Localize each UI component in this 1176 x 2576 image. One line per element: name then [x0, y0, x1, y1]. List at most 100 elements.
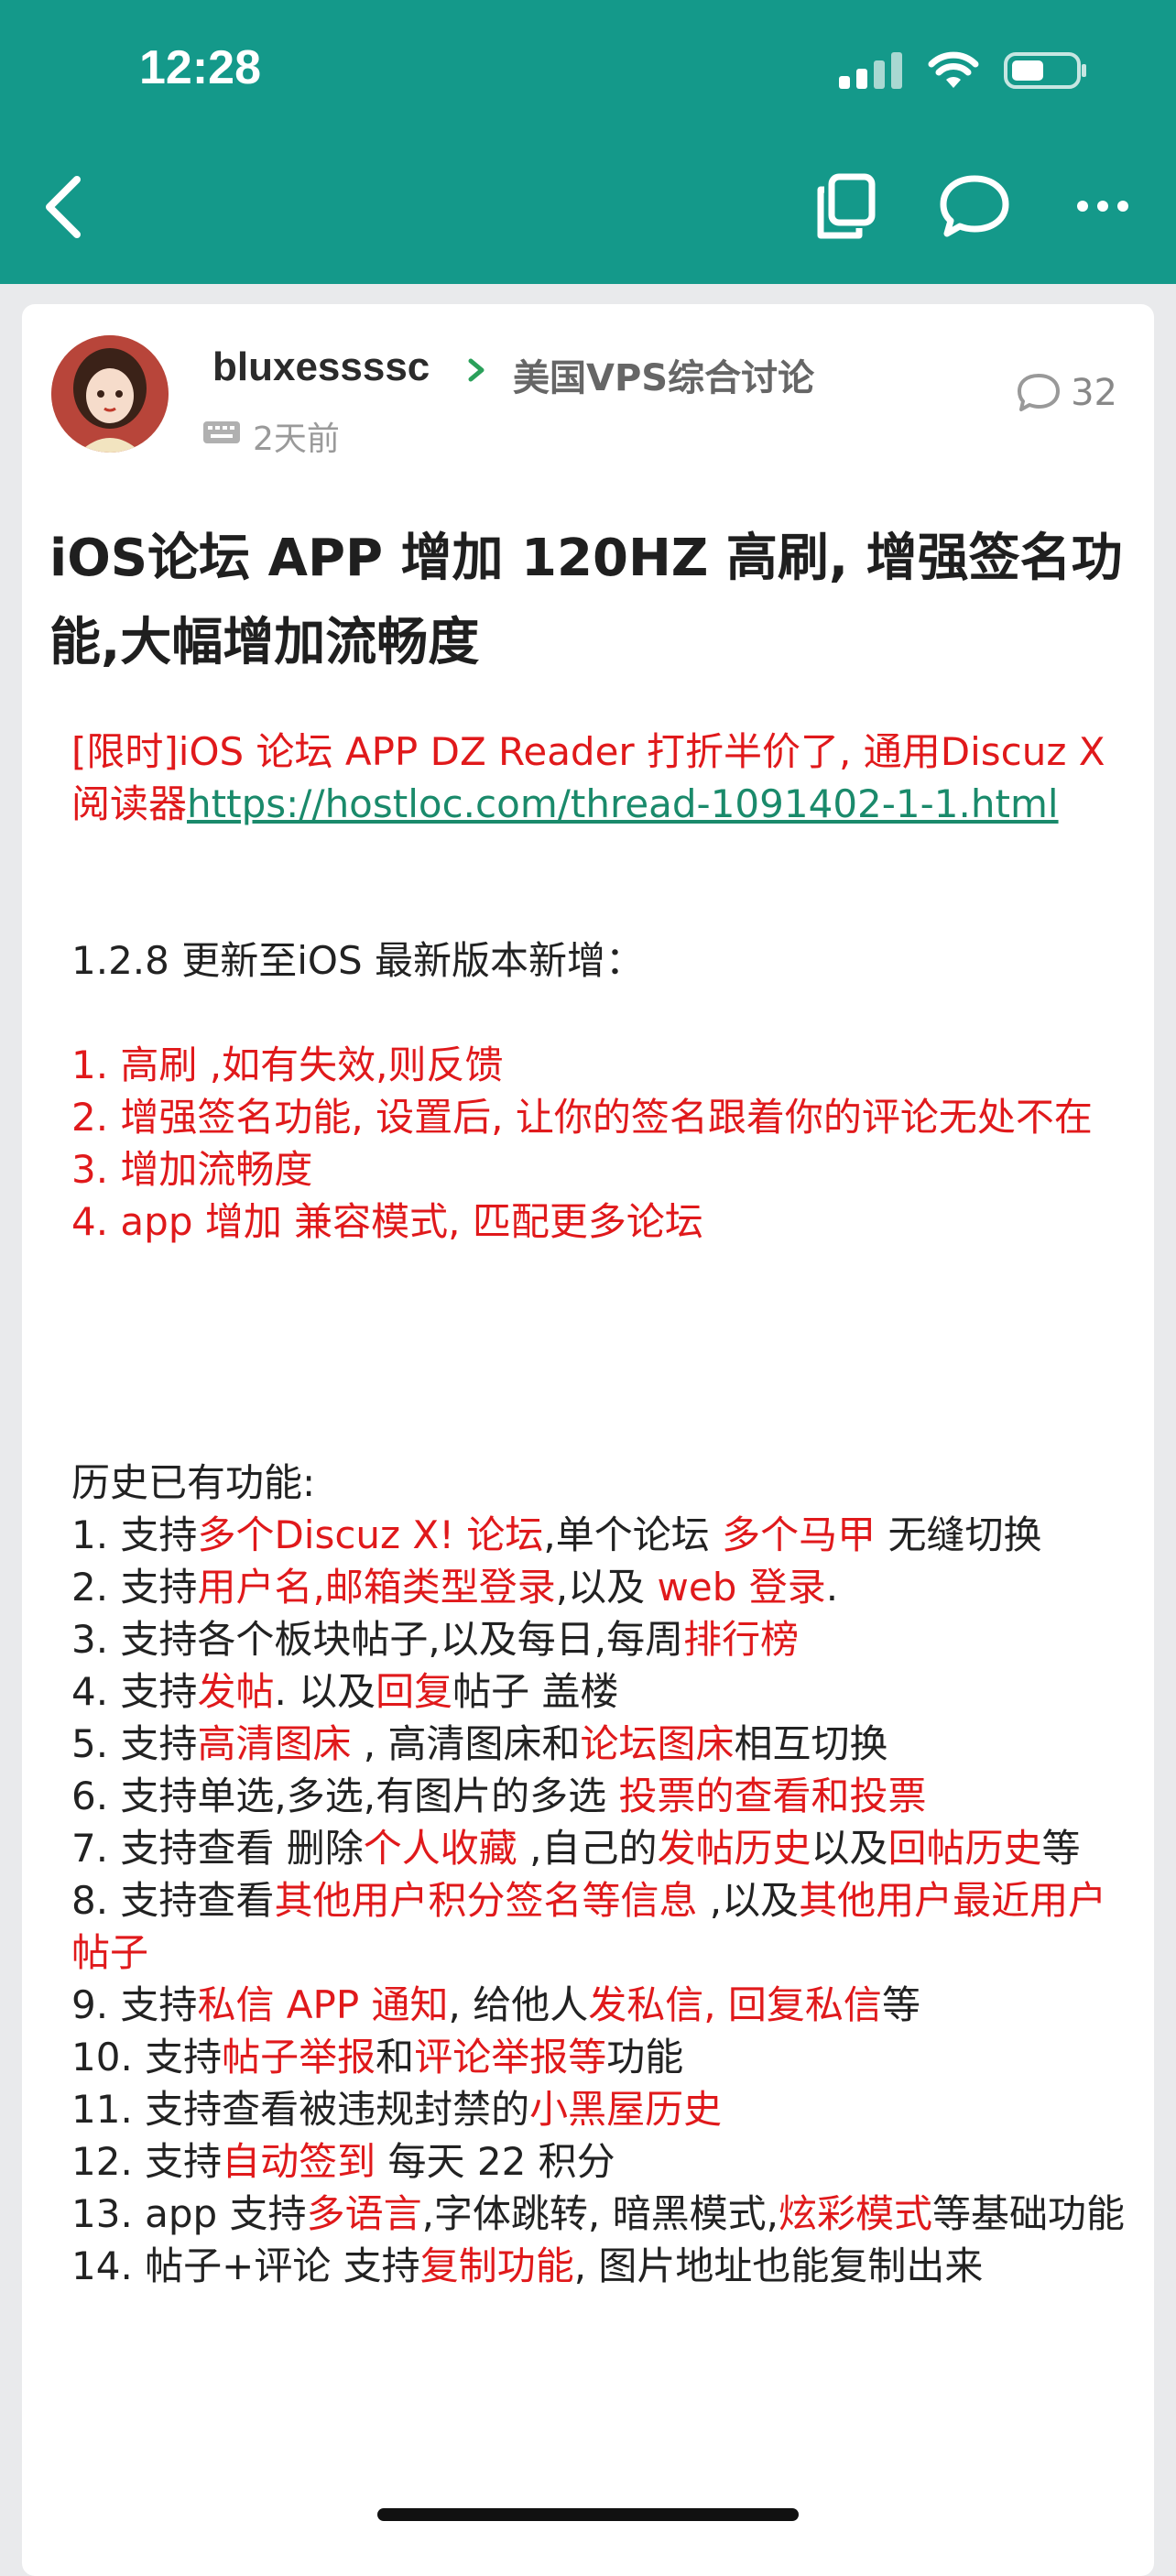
feature-item: 11. 支持查看被违规封禁的小黑屋历史	[71, 2083, 1134, 2135]
feature-item: 7. 支持查看 删除个人收藏 ,自己的发帖历史以及回帖历史等	[71, 1822, 1134, 1874]
top-bar: 12:28	[0, 0, 1176, 284]
comment-bubble-icon	[940, 175, 1009, 237]
feature-item: 13. app 支持多语言,字体跳转, 暗黑模式,炫彩模式等基础功能	[71, 2188, 1134, 2240]
feature-highlight: 多语言	[306, 2191, 422, 2236]
feature-highlight: web 登录	[657, 1565, 826, 1610]
feature-text: 9. 支持	[71, 1982, 198, 2027]
feature-text: 等基础功能	[932, 2191, 1126, 2236]
post-time: 2天前	[253, 420, 340, 458]
post-body: [限时]iOS 论坛 APP DZ Reader 打折半价了, 通用Discuz…	[71, 726, 1134, 2292]
feature-text: ,以及	[555, 1565, 658, 1610]
feature-highlight: 多个马甲	[722, 1512, 877, 1557]
feature-highlight: 小黑屋历史	[529, 2087, 723, 2132]
battery-icon	[1004, 52, 1086, 89]
update-header: 1.2.8 更新至iOS 最新版本新增：	[71, 938, 644, 983]
feature-item: 2. 支持用户名,邮箱类型登录,以及 web 登录.	[71, 1561, 1134, 1613]
chevron-right-icon	[468, 358, 485, 382]
feature-text: 8. 支持查看	[71, 1878, 275, 1923]
feature-highlight: 多个Discuz X! 论坛	[197, 1512, 544, 1557]
promo-paragraph: [限时]iOS 论坛 APP DZ Reader 打折半价了, 通用Discuz…	[71, 726, 1134, 830]
feature-highlight: 复制功能	[419, 2243, 574, 2288]
feature-text: ,单个论坛	[543, 1512, 723, 1557]
feature-highlight: 个人收藏	[363, 1826, 517, 1871]
feature-text: 5. 支持	[71, 1721, 198, 1766]
forum-name[interactable]: 美国VPS综合讨论	[513, 348, 814, 401]
chevron-left-icon	[46, 176, 81, 238]
feature-item: 9. 支持私信 APP 通知, 给他人发私信, 回复私信等	[71, 1979, 1134, 2031]
feature-highlight: 其他用户积分签名等信息	[274, 1878, 698, 1923]
updates-list: 1. 高刷 ,如有失效,则反馈 2. 增强签名功能, 设置后, 让你的签名跟着你的…	[71, 1039, 1134, 1248]
feature-text: 帖子 盖楼	[452, 1669, 619, 1714]
thread-link[interactable]: https://hostloc.com/thread-1091402-1-1.h…	[187, 781, 1059, 826]
comment-count-button[interactable]: 32	[1016, 372, 1117, 414]
feature-highlight: 回复	[376, 1669, 453, 1714]
more-button[interactable]	[1066, 165, 1139, 247]
avatar-image-icon	[51, 335, 169, 453]
feature-highlight: 帖子举报	[222, 2035, 376, 2079]
feature-highlight: 发帖	[197, 1669, 275, 1714]
feature-text: 14. 帖子+评论 支持	[71, 2243, 420, 2288]
feature-highlight: 论坛图床	[580, 1721, 735, 1766]
feature-text: , 给他人	[448, 1982, 589, 2027]
feature-highlight: 自动签到	[222, 2139, 376, 2184]
signal-icon	[839, 52, 902, 89]
comment-count: 32	[1071, 372, 1117, 414]
feature-text: 7. 支持查看 删除	[71, 1826, 364, 1871]
feature-text: 2. 支持	[71, 1565, 198, 1610]
feature-highlight: 回帖历史	[887, 1826, 1042, 1871]
feature-text: 每天 22 积分	[376, 2139, 615, 2184]
feature-text: 相互切换	[734, 1721, 888, 1766]
feature-text: ,自己的	[517, 1826, 658, 1871]
post-title: iOS论坛 APP 增加 120HZ 高刷, 增强签名功能,大幅增加流畅度	[49, 529, 1123, 672]
wifi-icon	[928, 51, 979, 88]
status-time: 12:28	[139, 41, 261, 94]
copy-button[interactable]	[810, 165, 883, 247]
avatar[interactable]	[51, 335, 169, 453]
feature-highlight: 炫彩模式	[778, 2191, 932, 2236]
feature-text: 功能	[606, 2035, 684, 2079]
feature-item: 4. 支持发帖. 以及回复帖子 盖楼	[71, 1665, 1134, 1718]
feature-text: 13. app 支持	[71, 2191, 307, 2236]
feature-text: , 图片地址也能复制出来	[573, 2243, 984, 2288]
copy-icon	[817, 173, 876, 239]
feature-highlight: 评论举报等	[414, 2035, 607, 2079]
feature-text: .	[825, 1565, 839, 1610]
feature-highlight: 排行榜	[683, 1617, 800, 1662]
author-name[interactable]: bluxessssc	[212, 344, 430, 390]
feature-item: 14. 帖子+评论 支持复制功能, 图片地址也能复制出来	[71, 2240, 1134, 2292]
more-icon	[1077, 201, 1128, 212]
feature-item: 3. 支持各个板块帖子,以及每日,每周排行榜	[71, 1613, 1134, 1665]
feature-item: 8. 支持查看其他用户积分签名等信息 ,以及其他用户最近用户帖子	[71, 1874, 1134, 1979]
feature-text: 以及	[811, 1826, 888, 1871]
feature-item: 10. 支持帖子举报和评论举报等功能	[71, 2031, 1134, 2083]
history-header: 历史已有功能:	[71, 1460, 316, 1505]
feature-text: 6. 支持单选,多选,有图片的多选	[71, 1774, 619, 1818]
back-button[interactable]	[37, 170, 92, 244]
comment-bubble-icon	[1018, 374, 1061, 411]
feature-text: . 以及	[274, 1669, 376, 1714]
feature-highlight: 高清图床	[197, 1721, 352, 1766]
feature-item: 5. 支持高清图床 , 高清图床和论坛图床相互切换	[71, 1718, 1134, 1770]
comment-button[interactable]	[938, 165, 1011, 247]
feature-highlight: 发私信, 回复私信	[588, 1982, 882, 2027]
feature-text: 12. 支持	[71, 2139, 223, 2184]
feature-text: 等	[881, 1982, 920, 2027]
feature-text: 等	[1041, 1826, 1081, 1871]
feature-text: 1. 支持	[71, 1512, 198, 1557]
feature-text: ,以及	[697, 1878, 800, 1923]
feature-text: 和	[376, 2035, 415, 2079]
feature-highlight: 发帖历史	[657, 1826, 811, 1871]
update-item: 2. 增强签名功能, 设置后, 让你的签名跟着你的评论无处不在	[71, 1095, 1093, 1140]
feature-highlight: 用户名,邮箱类型登录	[197, 1565, 556, 1610]
feature-text: 11. 支持查看被违规封禁的	[71, 2087, 530, 2132]
feature-text: 10. 支持	[71, 2035, 223, 2079]
feature-text: 3. 支持各个板块帖子,以及每日,每周	[71, 1617, 684, 1662]
post-card: bluxessssc 美国VPS综合讨论 2天前 32 iOS论坛 APP 增加…	[22, 304, 1154, 2576]
features-list: 1. 支持多个Discuz X! 论坛,单个论坛 多个马甲 无缝切换 2. 支持用…	[71, 1509, 1134, 2292]
update-item: 4. app 增加 兼容模式, 匹配更多论坛	[71, 1199, 703, 1244]
feature-text: 4. 支持	[71, 1669, 198, 1714]
feature-item: 6. 支持单选,多选,有图片的多选 投票的查看和投票	[71, 1770, 1134, 1822]
feature-highlight: 投票的查看和投票	[618, 1774, 927, 1818]
feature-item: 1. 支持多个Discuz X! 论坛,单个论坛 多个马甲 无缝切换	[71, 1509, 1134, 1561]
update-item: 1. 高刷 ,如有失效,则反馈	[71, 1042, 504, 1087]
